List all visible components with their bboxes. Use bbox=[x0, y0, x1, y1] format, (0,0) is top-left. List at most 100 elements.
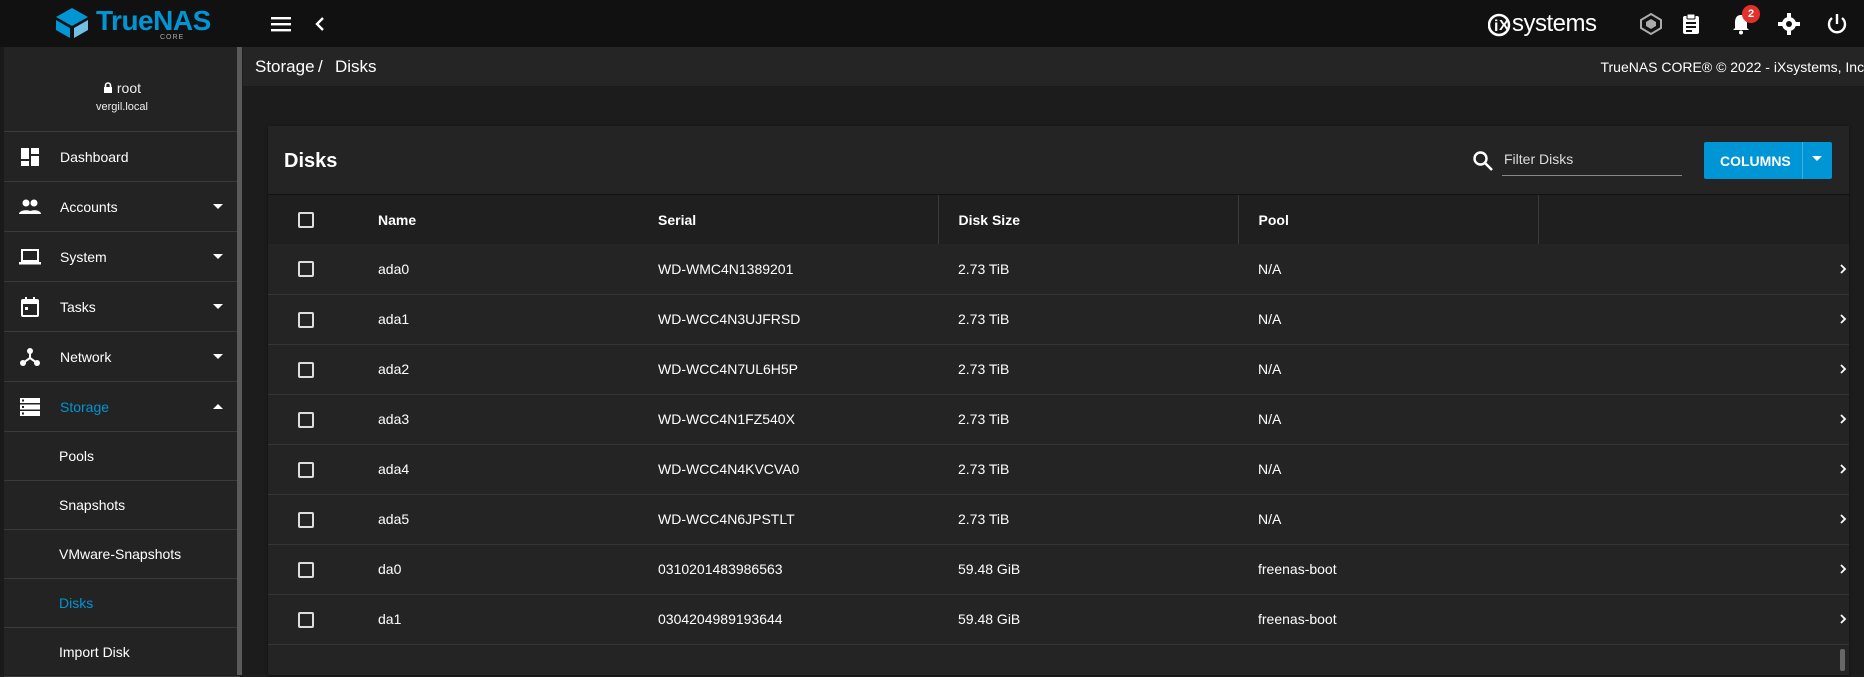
table-row[interactable]: ada0 WD-WMC4N1389201 2.73 TiB N/A bbox=[268, 244, 1849, 294]
row-checkbox[interactable] bbox=[298, 261, 314, 278]
power-icon[interactable] bbox=[1824, 11, 1850, 37]
sidebar-subitem-pools[interactable]: Pools bbox=[4, 432, 240, 481]
cell-expand bbox=[1538, 294, 1849, 344]
column-header-name[interactable]: Name bbox=[358, 195, 638, 244]
table-row[interactable]: da0 0310201483986563 59.48 GiB freenas-boot bbox=[268, 544, 1849, 594]
ixsystems-wordmark: systems bbox=[1512, 10, 1597, 37]
row-checkbox[interactable] bbox=[298, 311, 314, 328]
lock-icon bbox=[103, 82, 112, 93]
table-row[interactable]: ada2 WD-WCC4N7UL6H5P 2.73 TiB N/A bbox=[268, 344, 1849, 394]
chevron-right-icon[interactable] bbox=[1839, 311, 1849, 324]
storage-icon bbox=[18, 395, 42, 419]
breadcrumb-storage[interactable]: Storage bbox=[255, 57, 315, 77]
chevron-right-icon[interactable] bbox=[1839, 261, 1849, 274]
caret-down-icon bbox=[212, 251, 224, 263]
row-checkbox[interactable] bbox=[298, 611, 314, 628]
calendar-icon bbox=[18, 295, 42, 319]
table-row[interactable]: ada4 WD-WCC4N4KVCVA0 2.73 TiB N/A bbox=[268, 444, 1849, 494]
table-row[interactable]: ada5 WD-WCC4N6JPSTLT 2.73 TiB N/A bbox=[268, 494, 1849, 544]
menu-icon[interactable] bbox=[268, 11, 294, 37]
user-name: root bbox=[116, 80, 141, 96]
cell-disk-size: 2.73 TiB bbox=[958, 511, 1010, 527]
sidebar-subitem-vmware-snapshots[interactable]: VMware-Snapshots bbox=[4, 530, 240, 579]
sidebar-item-system[interactable]: System bbox=[4, 232, 240, 282]
sidebar-scrollbar[interactable] bbox=[237, 47, 242, 675]
row-select-cell bbox=[268, 344, 358, 394]
chevron-right-icon[interactable] bbox=[1839, 611, 1849, 624]
column-header-serial[interactable]: Serial bbox=[638, 195, 939, 244]
truecommand-icon[interactable] bbox=[1638, 11, 1664, 37]
sidebar-item-tasks[interactable]: Tasks bbox=[4, 282, 240, 332]
columns-button[interactable]: COLUMNS bbox=[1704, 142, 1832, 179]
search-icon bbox=[1473, 151, 1493, 171]
user-host: vergil.local bbox=[96, 101, 148, 113]
ixsystems-logo[interactable]: i X systems bbox=[1488, 10, 1597, 38]
column-header-pool[interactable]: Pool bbox=[1238, 195, 1539, 244]
cell-pool: N/A bbox=[1258, 411, 1282, 427]
row-select-cell bbox=[268, 244, 358, 294]
cell-disk-size: 59.48 GiB bbox=[958, 611, 1021, 627]
row-select-cell bbox=[268, 544, 358, 594]
sidebar-item-accounts[interactable]: Accounts bbox=[4, 182, 240, 232]
gear-icon[interactable] bbox=[1776, 11, 1802, 37]
chevron-right-icon[interactable] bbox=[1839, 461, 1849, 474]
table-row[interactable]: ada1 WD-WCC4N3UJFRSD 2.73 TiB N/A bbox=[268, 294, 1849, 344]
sidebar-item-label: Accounts bbox=[60, 198, 118, 215]
cell-serial: 0304204989193644 bbox=[658, 611, 783, 627]
chevron-right-icon[interactable] bbox=[1839, 411, 1849, 424]
cell-disk-size: 2.73 TiB bbox=[958, 311, 1010, 327]
table-row[interactable]: ada3 WD-WCC4N1FZ540X 2.73 TiB N/A bbox=[268, 394, 1849, 444]
table-row[interactable]: da1 0304204989193644 59.48 GiB freenas-boot bbox=[268, 594, 1849, 644]
bell-icon[interactable]: 2 bbox=[1728, 5, 1760, 37]
row-checkbox[interactable] bbox=[298, 511, 314, 528]
cell-serial: WD-WCC4N7UL6H5P bbox=[658, 361, 799, 377]
row-checkbox[interactable] bbox=[298, 561, 314, 578]
chevron-right-icon[interactable] bbox=[1839, 511, 1849, 524]
people-icon bbox=[18, 195, 42, 219]
sidebar-subitem-disks[interactable]: Disks bbox=[4, 579, 240, 628]
copyright-text[interactable]: TrueNAS CORE® © 2022 - iXsystems, Inc. bbox=[1600, 59, 1864, 75]
sidebar-subitem-import-disk[interactable]: Import Disk bbox=[4, 628, 240, 677]
sidebar-item-dashboard[interactable]: Dashboard bbox=[4, 132, 240, 182]
chevron-right-icon[interactable] bbox=[1839, 361, 1849, 374]
row-select-cell bbox=[268, 394, 358, 444]
cell-expand bbox=[1538, 594, 1849, 644]
row-checkbox[interactable] bbox=[298, 411, 314, 428]
svg-text:i: i bbox=[1494, 18, 1498, 35]
select-all-checkbox[interactable] bbox=[298, 212, 314, 229]
cell-name: ada3 bbox=[378, 411, 410, 427]
truenas-logo[interactable]: TrueNAS CORE bbox=[54, 6, 211, 42]
chevron-left-icon[interactable] bbox=[307, 11, 333, 37]
column-header-actions bbox=[1538, 195, 1849, 244]
cell-serial: WD-WCC4N6JPSTLT bbox=[658, 511, 795, 527]
caret-down-icon[interactable] bbox=[1812, 156, 1822, 161]
sidebar-item-label: System bbox=[60, 248, 107, 265]
cell-name: da0 bbox=[378, 561, 402, 577]
sidebar-item-label: Storage bbox=[60, 398, 110, 415]
dashboard-icon bbox=[18, 145, 42, 169]
cell-expand bbox=[1538, 244, 1849, 294]
table-scrollbar[interactable] bbox=[1840, 649, 1845, 671]
chevron-right-icon[interactable] bbox=[1839, 561, 1849, 574]
sidebar-item-network[interactable]: Network bbox=[4, 332, 240, 382]
row-checkbox[interactable] bbox=[298, 461, 314, 478]
sidebar-item-storage[interactable]: Storage bbox=[4, 382, 240, 432]
cell-disk-size: 59.48 GiB bbox=[958, 561, 1021, 577]
breadcrumb-disks: Disks bbox=[335, 57, 377, 76]
row-select-cell bbox=[268, 594, 358, 644]
clipboard-icon[interactable] bbox=[1678, 11, 1704, 37]
cell-serial: WD-WCC4N4KVCVA0 bbox=[658, 461, 800, 477]
sidebar-subitem-snapshots[interactable]: Snapshots bbox=[4, 481, 240, 530]
cell-name: ada1 bbox=[378, 311, 410, 327]
columns-label: COLUMNS bbox=[1720, 152, 1791, 169]
row-checkbox[interactable] bbox=[298, 361, 314, 378]
cell-name: ada2 bbox=[378, 361, 410, 377]
column-header-disk-size[interactable]: Disk Size bbox=[938, 195, 1239, 244]
caret-up-icon bbox=[212, 401, 224, 413]
select-all-cell bbox=[268, 195, 358, 244]
disks-card: Disks COLUMNS Name Serial Disk Size Pool bbox=[268, 126, 1849, 675]
row-select-cell bbox=[268, 444, 358, 494]
cell-name: ada5 bbox=[378, 511, 410, 527]
filter-disks-input[interactable] bbox=[1502, 143, 1682, 176]
cell-serial: WD-WCC4N1FZ540X bbox=[658, 411, 795, 427]
